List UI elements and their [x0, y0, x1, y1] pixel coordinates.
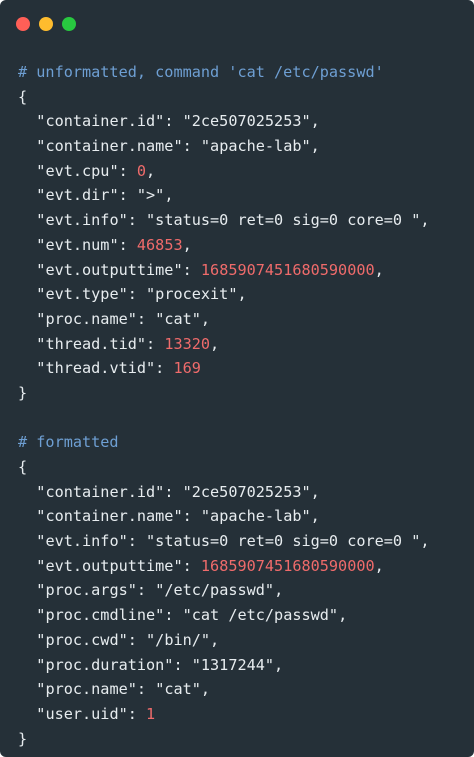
json-key: "evt.num" [36, 235, 119, 254]
json-line: "container.id": "2ce507025253", [36, 112, 320, 131]
json-key: "user.uid" [36, 704, 128, 723]
brace-close: } [18, 383, 28, 402]
json-comma: , [374, 556, 384, 575]
json-value: 0 [136, 161, 147, 180]
code-comment: # unformatted, command 'cat /etc/passwd' [18, 63, 384, 81]
json-value: 1685907451680590000 [200, 556, 375, 575]
json-comma: , [310, 482, 320, 501]
json-comma: , [420, 211, 430, 230]
json-line: "proc.cwd": "/bin/", [36, 630, 220, 649]
json-comma: , [237, 285, 247, 304]
json-comma: , [210, 334, 220, 353]
json-value: 169 [173, 359, 201, 378]
json-line: "thread.vtid": 169 [36, 359, 201, 378]
minimize-dot-icon[interactable] [39, 17, 53, 31]
json-key: "container.name" [36, 137, 183, 156]
json-key: "proc.args" [36, 581, 137, 600]
json-key: "thread.vtid" [36, 359, 156, 378]
brace-close: } [18, 729, 28, 748]
json-key: "container.id" [36, 112, 165, 131]
json-comma: , [310, 137, 320, 156]
json-line: "thread.tid": 13320, [36, 334, 220, 353]
json-comma: , [420, 532, 430, 551]
code-comment: # formatted [18, 433, 119, 452]
json-key: "evt.info" [36, 211, 128, 230]
json-line: "container.name": "apache-lab", [36, 137, 320, 156]
json-value: "2ce507025253" [182, 482, 311, 501]
json-comma: , [310, 112, 320, 131]
json-comma: , [210, 630, 220, 649]
json-line: "evt.num": 46853, [36, 235, 192, 254]
json-key: "thread.tid" [36, 334, 147, 353]
json-key: "proc.name" [36, 680, 137, 699]
json-value: "status=0 ret=0 sig=0 core=0 " [146, 532, 421, 551]
code-window: # unformatted, command 'cat /etc/passwd'… [0, 0, 474, 757]
json-line: "evt.info": "status=0 ret=0 sig=0 core=0… [36, 211, 430, 230]
json-value: "apache-lab" [200, 507, 311, 526]
json-comma: , [200, 680, 211, 699]
maximize-dot-icon[interactable] [62, 17, 76, 31]
json-key: "proc.cmdline" [36, 606, 165, 625]
json-value: ">" [136, 186, 165, 205]
window-controls [16, 17, 76, 33]
json-line: "evt.cpu": 0, [36, 161, 156, 180]
json-comma: , [338, 606, 348, 625]
brace-open: { [18, 87, 28, 106]
json-line: "evt.outputtime": 1685907451680590000, [36, 260, 384, 279]
json-value: "procexit" [146, 285, 238, 304]
json-line: "proc.name": "cat", [36, 680, 211, 699]
json-value: "/etc/passwd" [155, 581, 275, 600]
json-comma: , [274, 655, 284, 674]
json-value: "cat /etc/passwd" [182, 606, 339, 625]
json-comma: , [310, 507, 320, 526]
json-key: "evt.outputtime" [36, 556, 183, 575]
json-comma: , [164, 186, 174, 205]
json-value: "status=0 ret=0 sig=0 core=0 " [146, 211, 421, 230]
json-key: "proc.name" [36, 309, 137, 328]
json-value: 13320 [164, 334, 211, 353]
json-key: "evt.type" [36, 285, 128, 304]
json-value: 46853 [136, 235, 183, 254]
json-value: "2ce507025253" [182, 112, 311, 131]
json-value: "cat" [155, 309, 201, 328]
close-dot-icon[interactable] [16, 17, 30, 31]
json-line: "evt.info": "status=0 ret=0 sig=0 core=0… [36, 532, 430, 551]
json-key: "proc.cwd" [36, 630, 128, 649]
json-value: 1 [146, 704, 156, 723]
brace-open: { [18, 458, 28, 476]
json-comma: , [182, 235, 192, 254]
json-value: "apache-lab" [200, 137, 311, 156]
json-key: "container.id" [36, 482, 165, 501]
json-value: "1317244" [191, 655, 275, 674]
json-line: "proc.cmdline": "cat /etc/passwd", [36, 606, 348, 625]
json-line: "proc.args": "/etc/passwd", [36, 581, 284, 600]
json-value: "cat" [155, 680, 201, 699]
json-line: "evt.dir": ">", [36, 186, 174, 205]
json-value: 1685907451680590000 [200, 260, 375, 279]
json-line: "proc.name": "cat", [36, 309, 211, 328]
json-key: "evt.outputtime" [36, 260, 183, 279]
json-key: "evt.info" [36, 532, 128, 551]
code-block: # unformatted, command 'cat /etc/passwd'… [18, 60, 468, 751]
json-line: "user.uid": 1 [36, 704, 156, 723]
json-comma: , [274, 581, 284, 600]
json-line: "evt.type": "procexit", [36, 285, 247, 304]
json-comma: , [200, 309, 211, 328]
json-key: "evt.cpu" [36, 161, 119, 180]
json-key: "evt.dir" [36, 186, 119, 205]
json-line: "proc.duration": "1317244", [36, 655, 284, 674]
json-key: "container.name" [36, 507, 183, 526]
json-line: "evt.outputtime": 1685907451680590000, [36, 556, 384, 575]
json-key: "proc.duration" [36, 655, 174, 674]
json-comma: , [374, 260, 384, 279]
json-value: "/bin/" [146, 630, 211, 649]
json-line: "container.id": "2ce507025253", [36, 482, 320, 501]
json-comma: , [146, 161, 156, 180]
json-line: "container.name": "apache-lab", [36, 507, 320, 526]
